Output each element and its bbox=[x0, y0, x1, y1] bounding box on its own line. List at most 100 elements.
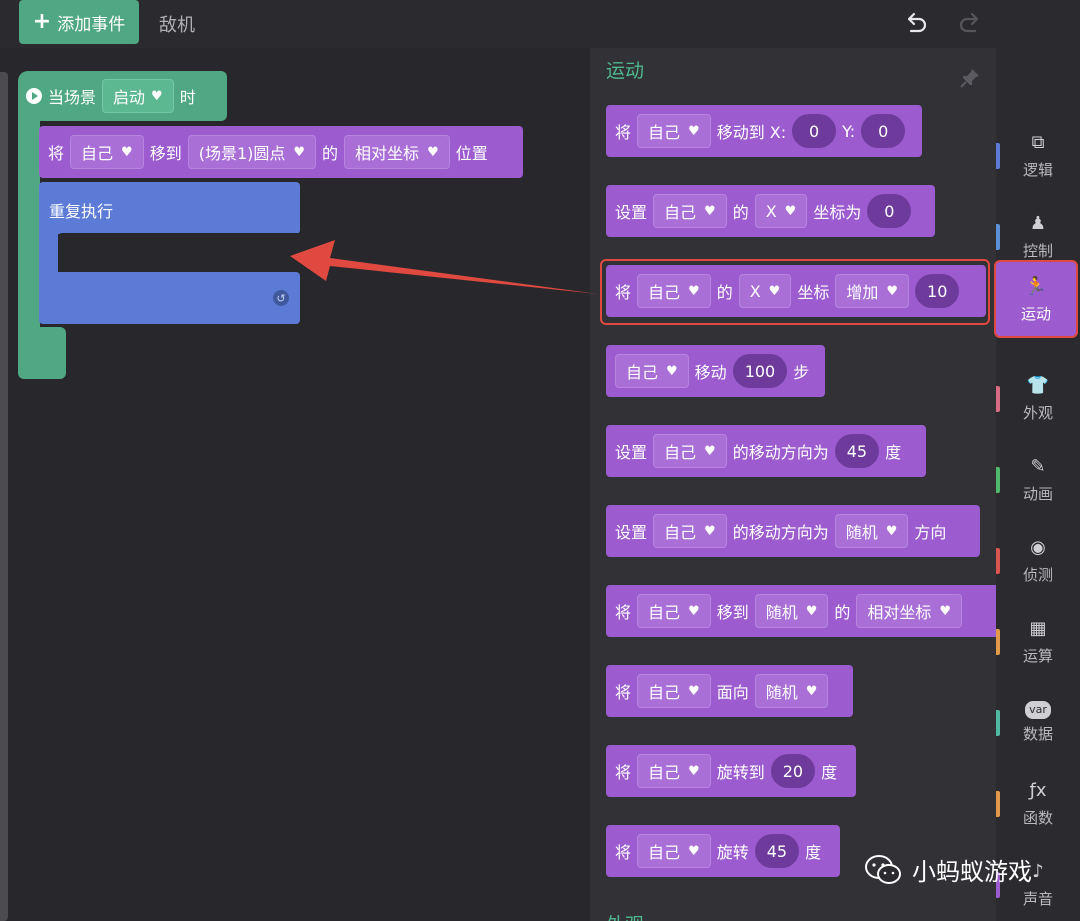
category-4[interactable]: ✎ 动画 bbox=[996, 442, 1080, 516]
block-dropdown[interactable]: 自己 ♥ bbox=[615, 354, 689, 388]
block-text: 将 bbox=[615, 603, 632, 622]
plus-icon: + bbox=[32, 9, 52, 34]
block-dropdown[interactable]: 自己 ♥ bbox=[637, 594, 711, 628]
category-2[interactable]: 🏃 运动 bbox=[994, 260, 1078, 338]
add-event-button[interactable]: + 添加事件 bbox=[19, 0, 139, 44]
dropdown-value: 自己 bbox=[664, 203, 697, 222]
block-dropdown[interactable]: 自己 ♥ bbox=[653, 514, 727, 548]
block-text: 移动 bbox=[694, 363, 727, 382]
repeat-block-bottom[interactable]: ↺ bbox=[39, 272, 300, 324]
category-5[interactable]: ◉ 侦测 bbox=[996, 523, 1080, 597]
category-7[interactable]: var 数据 bbox=[996, 685, 1080, 759]
block-dropdown[interactable]: X ♥ bbox=[754, 194, 808, 228]
sprite-tab-enemy[interactable]: 敌机 bbox=[159, 11, 195, 37]
block-dropdown[interactable]: 随机 ♥ bbox=[754, 594, 829, 628]
block-dropdown[interactable]: 自己 ♥ bbox=[637, 674, 711, 708]
palette-section-title: 运动 bbox=[606, 60, 645, 82]
top-bar: + 添加事件 敌机 bbox=[0, 0, 1080, 48]
block-dropdown[interactable]: 自己 ♥ bbox=[653, 194, 727, 228]
repeat-drop-slot[interactable] bbox=[58, 233, 300, 272]
palette-motion-block[interactable]: 设置 自己 ♥ 的移动方向为 随机 ♥ 方向 bbox=[606, 505, 980, 557]
calculator-icon: ▦ bbox=[1029, 618, 1047, 639]
number-input[interactable]: 20 bbox=[770, 754, 816, 788]
move-to-position-block[interactable]: 将 自己 ♥ 移到 (场景1)圆点 ♥ 的 相对坐标 ♥ 位置 bbox=[39, 126, 523, 178]
category-6[interactable]: ▦ 运算 bbox=[996, 604, 1080, 678]
dropdown-arrow-icon: ♥ bbox=[688, 763, 700, 779]
palette-motion-block[interactable]: 设置 自己 ♥ 的移动方向为 45 度 bbox=[606, 425, 926, 477]
category-label: 数据 bbox=[1022, 724, 1053, 743]
palette-motion-block[interactable]: 将自己 ♥ 移到 随机 ♥ 的相对坐标 ♥ bbox=[606, 585, 1006, 637]
block-dropdown[interactable]: 相对坐标 ♥ bbox=[856, 594, 963, 628]
block-text: 移到 bbox=[716, 603, 749, 622]
dropdown-arrow-icon: ♥ bbox=[805, 683, 818, 699]
block-dropdown[interactable]: 自己 ♥ bbox=[637, 834, 711, 868]
palette-motion-block[interactable]: 设置 自己 ♥ 的 X ♥ 坐标为 0 bbox=[606, 185, 935, 237]
event-block-foot bbox=[18, 327, 66, 379]
number-input[interactable]: 0 bbox=[792, 114, 837, 148]
coord-dropdown[interactable]: 相对坐标 ♥ bbox=[344, 135, 450, 169]
block-text: 的移动方向为 bbox=[732, 443, 829, 462]
dropdown-value: 自己 bbox=[81, 144, 114, 163]
dropdown-arrow-icon: ♥ bbox=[121, 144, 133, 160]
category-0[interactable]: ⧉ 逻辑 bbox=[996, 118, 1080, 192]
var-icon: var bbox=[1025, 700, 1051, 719]
block-text: 度 bbox=[805, 843, 822, 862]
category-label: 声音 bbox=[1022, 889, 1053, 908]
dropdown-arrow-icon: ♥ bbox=[151, 88, 163, 104]
number-input[interactable]: 100 bbox=[732, 354, 788, 388]
dropdown-arrow-icon: ♥ bbox=[704, 443, 716, 459]
block-text: 的 bbox=[834, 603, 851, 622]
number-input[interactable]: 45 bbox=[834, 434, 880, 468]
block-dropdown[interactable]: 自己 ♥ bbox=[637, 114, 711, 148]
block-text: 度 bbox=[821, 763, 838, 782]
block-text: 度 bbox=[885, 443, 902, 462]
workspace-scrollbar[interactable] bbox=[0, 72, 8, 921]
palette-motion-block[interactable]: 将自己 ♥ 旋转 45 度 bbox=[606, 825, 840, 877]
category-3[interactable]: 👕 外观 bbox=[996, 361, 1080, 435]
destination-dropdown[interactable]: (场景1)圆点 ♥ bbox=[187, 135, 317, 169]
category-8[interactable]: ƒx 函数 bbox=[996, 766, 1080, 840]
palette-motion-block[interactable]: 自己 ♥ 移动 100 步 bbox=[606, 345, 825, 397]
number-input[interactable]: 0 bbox=[867, 194, 912, 228]
repeat-forever-block[interactable]: 重复执行 bbox=[39, 182, 300, 234]
dropdown-arrow-icon: ♥ bbox=[688, 683, 700, 699]
block-dropdown[interactable]: 随机 ♥ bbox=[754, 674, 829, 708]
redo-icon[interactable] bbox=[957, 10, 983, 36]
scene-event-dropdown[interactable]: 启动 ♥ bbox=[102, 79, 174, 113]
animation-icon: ✎ bbox=[1030, 456, 1046, 477]
scene-start-event-block[interactable]: 当场景 启动 ♥ 时 bbox=[18, 71, 227, 121]
dropdown-arrow-icon: ♥ bbox=[704, 523, 716, 539]
dropdown-arrow-icon: ♥ bbox=[666, 363, 678, 379]
block-dropdown[interactable]: 随机 ♥ bbox=[834, 514, 909, 548]
target-dropdown[interactable]: 自己 ♥ bbox=[70, 135, 144, 169]
play-icon bbox=[26, 88, 42, 104]
pin-icon[interactable] bbox=[958, 66, 982, 90]
block-text: 将 bbox=[48, 144, 65, 163]
hat-suffix: 时 bbox=[179, 88, 196, 107]
block-dropdown[interactable]: 自己 ♥ bbox=[637, 754, 711, 788]
palette-motion-block[interactable]: 将自己 ♥ 移动到 X: 0 Y: 0 bbox=[606, 105, 922, 157]
palette-motion-block[interactable]: 将自己 ♥ 面向 随机 ♥ bbox=[606, 665, 853, 717]
category-label: 外观 bbox=[1022, 403, 1053, 422]
category-label: 动画 bbox=[1022, 484, 1053, 503]
runner-icon: 🏃 bbox=[1024, 276, 1048, 297]
palette-motion-block[interactable]: 将自己 ♥ 旋转到 20 度 bbox=[606, 745, 856, 797]
category-color-bar bbox=[996, 629, 1000, 655]
block-dropdown[interactable]: 自己 ♥ bbox=[653, 434, 727, 468]
block-text: 设置 bbox=[615, 203, 648, 222]
dropdown-value: 自己 bbox=[648, 843, 681, 862]
undo-icon[interactable] bbox=[903, 10, 929, 36]
dropdown-value: 自己 bbox=[664, 443, 697, 462]
category-color-bar bbox=[996, 548, 1000, 574]
dropdown-arrow-icon: ♥ bbox=[688, 843, 700, 859]
block-text: 面向 bbox=[716, 683, 749, 702]
dropdown-value: 随机 bbox=[765, 683, 798, 702]
number-input[interactable]: 45 bbox=[754, 834, 800, 868]
category-label: 逻辑 bbox=[1022, 160, 1053, 179]
dropdown-value: 自己 bbox=[648, 603, 681, 622]
category-color-bar bbox=[996, 224, 1000, 250]
scene-event-dropdown-value: 启动 bbox=[113, 88, 146, 107]
number-input[interactable]: 0 bbox=[861, 114, 906, 148]
script-workspace[interactable] bbox=[0, 48, 590, 921]
block-text: 位置 bbox=[455, 144, 488, 163]
